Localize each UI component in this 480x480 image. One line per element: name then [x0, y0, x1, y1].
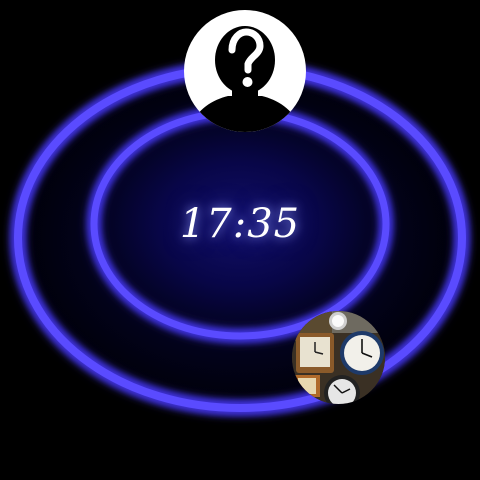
time-display: 17:35 [179, 201, 301, 247]
clocks-photo-icon [292, 311, 385, 404]
unknown-contact-icon [190, 26, 300, 132]
watch-face: 17:35 [0, 0, 480, 480]
clocks-photo-thumbnail[interactable] [292, 311, 385, 404]
contact-avatar[interactable] [184, 10, 306, 132]
